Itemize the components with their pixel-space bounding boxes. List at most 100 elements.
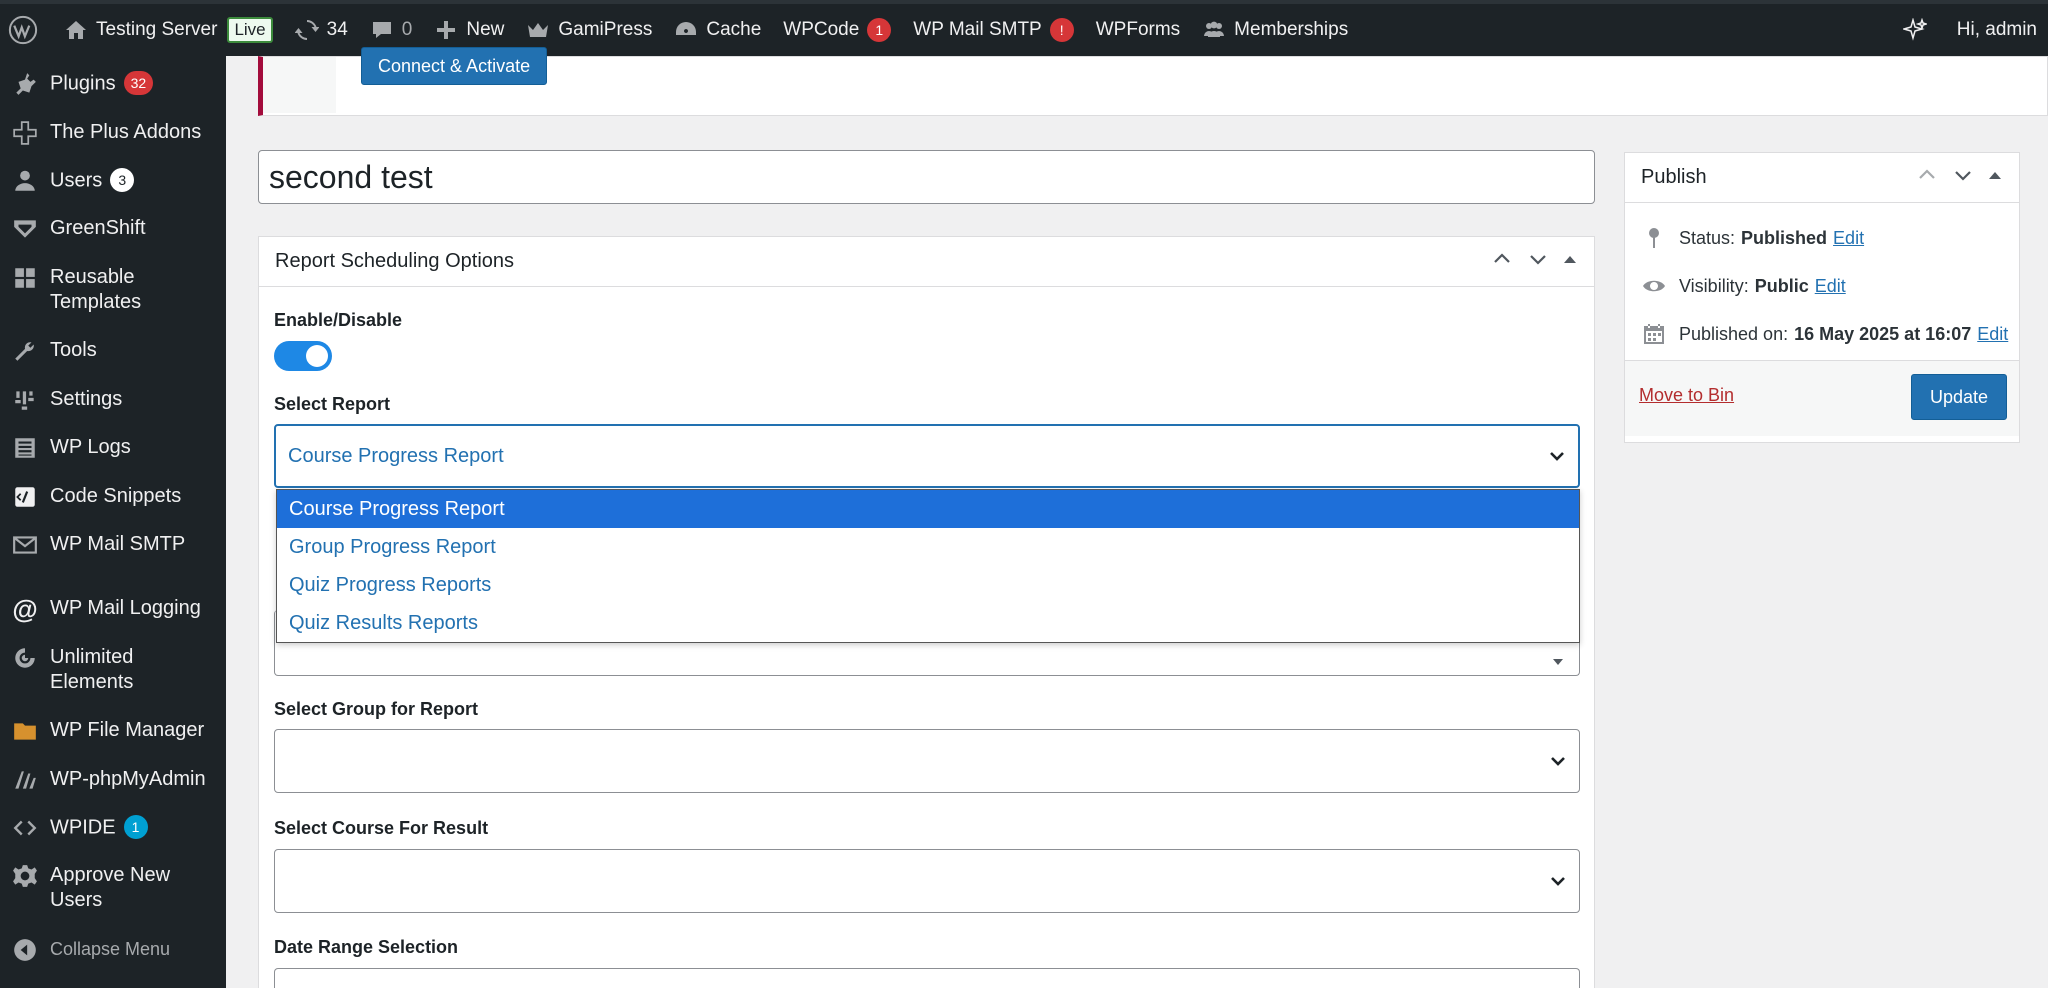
wpcode-menu[interactable]: WPCode 1 [772,4,902,56]
move-down-icon[interactable] [1951,163,1975,193]
select-report-options-list: Course Progress Report Group Progress Re… [276,489,1580,643]
date-range-label: Date Range Selection [274,937,459,957]
sidebar-item-wp-logs[interactable]: WP Logs [0,434,226,462]
sidebar-item-label: GreenShift [50,217,146,239]
group-icon [1202,18,1226,42]
memberships-label: Memberships [1234,19,1349,40]
move-up-icon[interactable] [1915,163,1939,193]
my-account-menu[interactable]: Hi, admin [1946,4,2048,56]
wpmailsmtp-alert-badge: ! [1049,18,1074,42]
sidebar-item-wp-mail-logging[interactable]: @ WP Mail Logging [0,595,226,623]
sidebar-item-the-plus-addons[interactable]: The Plus Addons [0,119,226,147]
select-report-label: Select Report [274,394,391,414]
live-badge: Live [227,17,273,43]
move-up-icon[interactable] [1490,247,1514,277]
sidebar-item-wp-file-manager[interactable]: WP File Manager [0,717,226,745]
greeting: Hi, admin [1956,19,2037,40]
publish-visibility-row: Visibility: Public Edit [1641,273,1846,299]
sidebar-item-approve-new-users[interactable]: Approve New Users [0,862,226,913]
wpforms-menu[interactable]: WPForms [1085,4,1191,56]
sidebar-item-label-line2: Users [50,889,103,911]
eye-icon [1641,273,1667,299]
edit-status-link[interactable]: Edit [1833,228,1864,249]
collapse-icon [10,936,40,964]
calendar-icon [1641,321,1667,347]
gauge-icon [674,18,698,42]
move-to-bin-link[interactable]: Move to Bin [1639,385,1734,406]
visibility-label: Visibility: [1679,275,1749,296]
memberships-menu[interactable]: Memberships [1191,4,1359,56]
chevron-down-icon [1549,752,1567,770]
settings-icon [10,386,40,414]
cache-menu[interactable]: Cache [663,4,772,56]
plus-addons-icon [10,119,40,147]
sidebar-item-label: WP Logs [50,436,131,458]
edit-date-link[interactable]: Edit [1977,324,2008,345]
sidebar-item-wp-phpmyadmin[interactable]: WP-phpMyAdmin [0,766,226,794]
report-option[interactable]: Course Progress Report [277,490,1579,528]
wpforms-label: WPForms [1095,19,1181,40]
postbox-title: Report Scheduling Options [275,250,515,272]
select-report-dropdown[interactable]: Course Progress Report [274,424,1580,488]
sidebar-item-label: Unlimited [50,646,134,668]
toggle-knob [306,345,328,367]
toggle-panel-icon[interactable] [1987,166,2003,189]
ai-assistant-menu[interactable] [1892,4,1946,56]
report-option[interactable]: Quiz Progress Reports [277,566,1579,604]
publish-actions: Move to Bin Update [1625,360,2019,436]
publish-postbox: Publish Status: Published Edit Visibilit… [1624,152,2020,443]
cache-label: Cache [706,19,762,40]
sidebar-item-label: WP Mail SMTP [50,533,186,555]
toggle-panel-icon[interactable] [1562,250,1578,273]
collapse-menu-button[interactable]: Collapse Menu [0,936,226,964]
visibility-value: Public [1754,275,1809,296]
report-option[interactable]: Group Progress Report [277,528,1579,566]
sidebar-item-label: Plugins [50,72,116,95]
sidebar-item-reusable-templates[interactable]: Reusable Templates [0,264,226,315]
enable-disable-label: Enable/Disable [274,310,403,330]
sidebar-item-label: Code Snippets [50,485,182,507]
sidebar-item-wpide[interactable]: WPIDE 1 [0,814,226,842]
published-on-value: 16 May 2025 at 16:07 [1794,323,1972,344]
admin-bar: Testing Server Live 34 0 New GamiPress C… [0,0,2048,56]
logs-icon [10,434,40,462]
site-name-menu[interactable]: Testing Server Live [53,4,284,56]
sidebar-item-tools[interactable]: Tools [0,337,226,365]
edit-visibility-link[interactable]: Edit [1815,276,1846,297]
users-count-badge: 3 [110,168,135,192]
phpmyadmin-icon [10,766,40,794]
at-icon: @ [12,593,38,624]
sidebar-item-label: Settings [50,388,123,410]
update-button[interactable]: Update [1910,374,2007,420]
sidebar-item-settings[interactable]: Settings [0,386,226,414]
sidebar-item-label: Reusable [50,266,135,288]
sidebar-item-code-snippets[interactable]: Code Snippets [0,483,226,511]
sidebar-item-wp-mail-smtp[interactable]: WP Mail SMTP [0,531,226,559]
published-on-label: Published on: [1679,323,1789,344]
connect-activate-button[interactable]: Connect & Activate [361,47,548,85]
sidebar-item-label: Users [50,169,103,192]
select-course-result-dropdown[interactable] [274,849,1580,913]
enable-toggle[interactable] [274,341,332,371]
report-option[interactable]: Quiz Results Reports [277,604,1579,642]
sidebar-item-label: WP File Manager [50,719,205,741]
sparkle-icon [1902,18,1927,42]
sidebar-item-unlimited-elements[interactable]: Unlimited Elements [0,644,226,695]
collapse-menu-label: Collapse Menu [50,939,171,959]
sidebar-item-users[interactable]: Users 3 [0,167,226,195]
select-course-result-label: Select Course For Result [274,818,489,838]
post-title-input[interactable]: second test [258,150,1595,204]
move-down-icon[interactable] [1526,247,1550,277]
admin-sidebar: Plugins 32 The Plus Addons Users 3 GreenSh… [0,56,226,988]
sidebar-item-greenshift[interactable]: GreenShift [0,215,226,243]
updates-menu[interactable]: 34 [284,4,359,56]
greenshift-icon [10,215,40,243]
comments-count: 0 [401,19,413,40]
home-icon [64,18,88,42]
wpmailsmtp-menu[interactable]: WP Mail SMTP ! [902,4,1084,56]
wp-logo-menu[interactable] [0,4,53,56]
date-range-dropdown[interactable] [274,968,1580,988]
sidebar-item-plugins[interactable]: Plugins 32 [0,70,226,98]
folder-icon [10,717,40,745]
select-group-dropdown[interactable] [274,729,1580,793]
